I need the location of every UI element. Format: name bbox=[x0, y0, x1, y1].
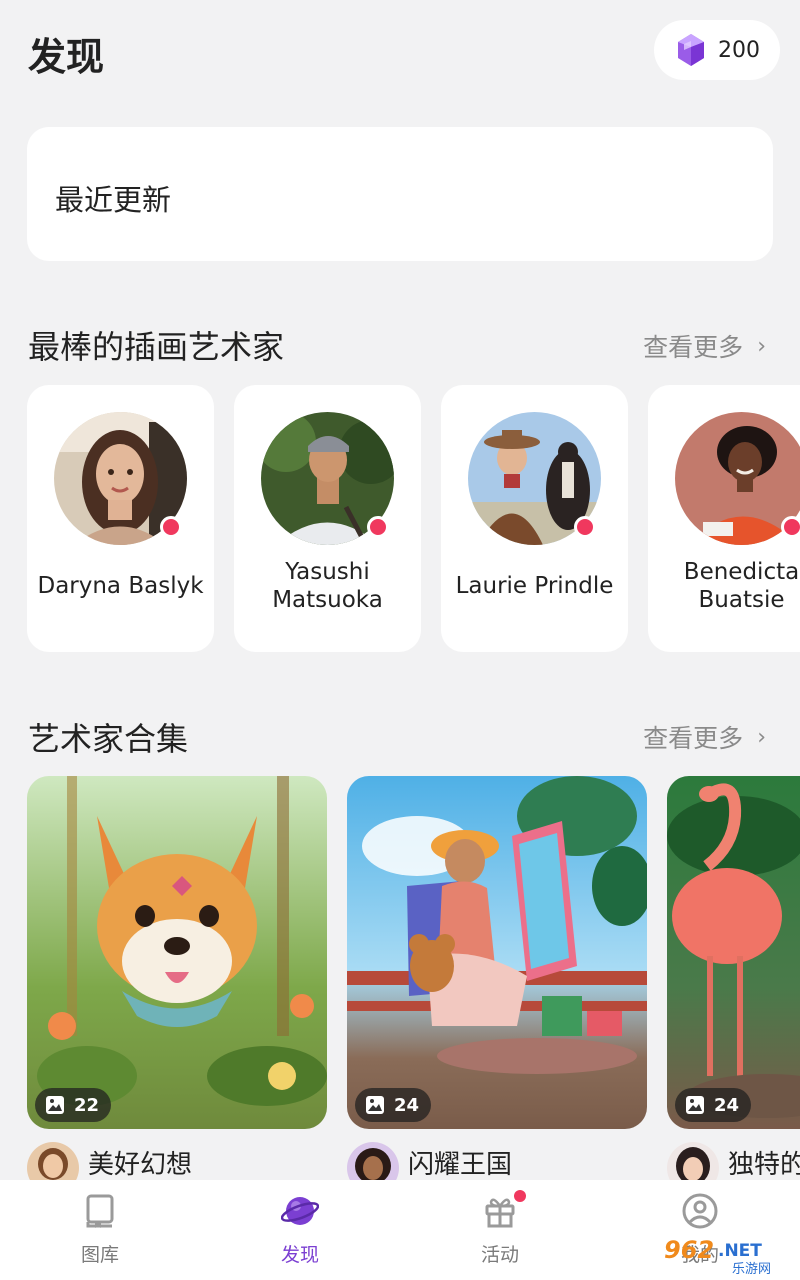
author-name: 美好幻想 bbox=[88, 1150, 193, 1180]
image-count-badge: 24 bbox=[355, 1088, 432, 1122]
page-title: 发现 bbox=[28, 35, 105, 79]
collections-see-more[interactable]: 查看更多 › bbox=[643, 719, 766, 755]
gem-balance[interactable]: 200 bbox=[654, 20, 780, 80]
artist-card[interactable]: Benedicta Buatsie bbox=[648, 385, 800, 652]
collection-carousel[interactable]: 22 美好幻想 24 闪耀王国 24 独特的 bbox=[27, 776, 800, 1180]
artist-carousel[interactable]: Daryna Baslyk Yasushi Matsuoka Laurie Pr… bbox=[27, 385, 800, 652]
notification-dot bbox=[514, 1190, 526, 1202]
collections-section-title: 艺术家合集 bbox=[28, 720, 189, 758]
svg-text:乐游网: 乐游网 bbox=[732, 1262, 771, 1276]
tab-discover[interactable]: 发现 bbox=[200, 1180, 400, 1280]
profile-icon bbox=[682, 1193, 718, 1229]
artist-name: Laurie Prindle bbox=[455, 573, 614, 599]
see-more-label: 查看更多 bbox=[643, 724, 744, 753]
image-count-badge: 22 bbox=[35, 1088, 112, 1122]
online-status-dot bbox=[781, 516, 800, 538]
image-count: 22 bbox=[74, 1094, 100, 1116]
author-avatar bbox=[667, 1142, 719, 1180]
artist-name: Daryna Baslyk bbox=[37, 573, 204, 599]
collection-cover bbox=[347, 776, 647, 1129]
image-count: 24 bbox=[714, 1094, 740, 1116]
planet-icon bbox=[281, 1197, 319, 1225]
online-status-dot bbox=[367, 516, 389, 538]
author-name: 独特的 bbox=[728, 1150, 800, 1180]
collection-card[interactable]: 24 闪耀王国 bbox=[347, 776, 647, 1180]
see-more-label: 查看更多 bbox=[643, 333, 744, 362]
collection-card[interactable]: 24 独特的 bbox=[667, 776, 800, 1180]
image-count-badge: 24 bbox=[675, 1088, 752, 1122]
artist-card[interactable]: Yasushi Matsuoka bbox=[234, 385, 421, 652]
image-icon bbox=[46, 1096, 64, 1114]
svg-text:.NET: .NET bbox=[718, 1241, 762, 1261]
tab-label: 活动 bbox=[480, 1244, 519, 1266]
collection-author[interactable]: 美好幻想 bbox=[27, 1142, 192, 1180]
tab-label: 发现 bbox=[280, 1244, 319, 1266]
recent-updates-card[interactable]: 最近更新 bbox=[27, 127, 773, 261]
collection-author[interactable]: 独特的 bbox=[667, 1142, 800, 1180]
collection-cover bbox=[27, 776, 327, 1129]
image-count: 24 bbox=[394, 1094, 420, 1116]
artist-card[interactable]: Laurie Prindle bbox=[441, 385, 628, 652]
online-status-dot bbox=[574, 516, 596, 538]
recent-updates-label: 最近更新 bbox=[55, 183, 172, 217]
tab-label: 图库 bbox=[80, 1244, 119, 1266]
chevron-right-icon: › bbox=[757, 724, 766, 750]
illustrators-see-more[interactable]: 查看更多 › bbox=[643, 328, 766, 364]
image-icon bbox=[686, 1096, 704, 1114]
author-avatar bbox=[27, 1142, 79, 1180]
collection-card[interactable]: 22 美好幻想 bbox=[27, 776, 327, 1180]
image-icon bbox=[366, 1096, 384, 1114]
illustrators-section-title: 最棒的插画艺术家 bbox=[28, 328, 285, 366]
svg-text:962: 962 bbox=[664, 1236, 714, 1264]
artist-card[interactable]: Daryna Baslyk bbox=[27, 385, 214, 652]
author-avatar bbox=[347, 1142, 399, 1180]
collection-cover bbox=[667, 776, 800, 1129]
tab-events[interactable]: 活动 bbox=[400, 1180, 600, 1280]
artist-name: Yasushi Matsuoka bbox=[272, 559, 383, 613]
gem-count: 200 bbox=[718, 37, 760, 63]
gem-icon bbox=[678, 34, 704, 66]
chevron-right-icon: › bbox=[757, 333, 766, 359]
book-icon bbox=[86, 1194, 114, 1228]
artist-name: Benedicta Buatsie bbox=[683, 559, 800, 613]
author-name: 闪耀王国 bbox=[408, 1150, 513, 1180]
tab-library[interactable]: 图库 bbox=[0, 1180, 200, 1280]
collection-author[interactable]: 闪耀王国 bbox=[347, 1142, 512, 1180]
watermark-logo: 962 .NET 乐游网 bbox=[664, 1236, 771, 1276]
online-status-dot bbox=[160, 516, 182, 538]
